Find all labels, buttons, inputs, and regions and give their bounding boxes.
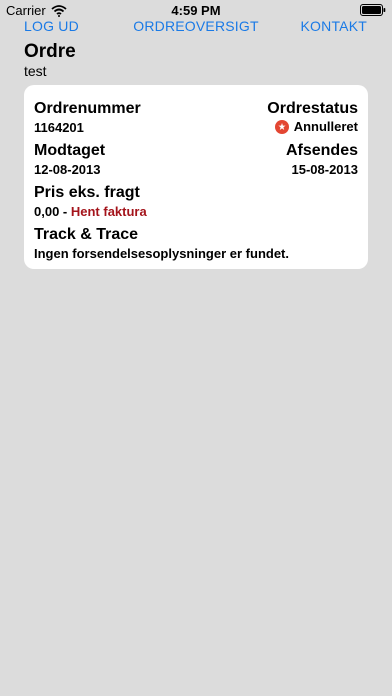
order-status-value: Annulleret bbox=[274, 119, 358, 134]
cancel-icon bbox=[274, 119, 289, 134]
contact-button[interactable]: KONTAKT bbox=[301, 18, 367, 34]
order-number-label: Ordrenummer bbox=[34, 100, 141, 117]
price-separator: - bbox=[59, 204, 71, 219]
page-subtitle: test bbox=[24, 63, 47, 79]
status-time: 4:59 PM bbox=[171, 3, 221, 18]
nav-bar: LOG UD ORDREOVERSIGT KONTAKT bbox=[0, 18, 392, 38]
order-card: Ordrenummer 1164201 Ordrestatus Annuller… bbox=[24, 85, 368, 269]
order-status-text: Annulleret bbox=[293, 119, 358, 134]
ships-label: Afsendes bbox=[285, 142, 358, 159]
order-status-label: Ordrestatus bbox=[267, 100, 358, 117]
received-value: 12-08-2013 bbox=[34, 162, 101, 177]
track-trace-label: Track & Trace bbox=[34, 226, 139, 243]
price-value: 0,00 bbox=[34, 204, 60, 219]
logout-button[interactable]: LOG UD bbox=[24, 18, 79, 34]
status-bar: Carrier 4:59 PM bbox=[0, 0, 392, 20]
order-number-value: 1164201 bbox=[34, 120, 84, 135]
battery-icon bbox=[360, 4, 386, 16]
page-title: Ordre bbox=[24, 41, 76, 62]
track-trace-value: Ingen forsendelsesoplysninger er fundet. bbox=[34, 246, 289, 261]
ships-value: 15-08-2013 bbox=[291, 162, 359, 177]
price-row: 0,00 - Hent faktura bbox=[34, 204, 147, 219]
order-overview-button[interactable]: ORDREOVERSIGT bbox=[133, 18, 259, 34]
price-label: Pris eks. fragt bbox=[34, 184, 140, 201]
received-label: Modtaget bbox=[34, 142, 106, 159]
get-invoice-link[interactable]: Hent faktura bbox=[71, 204, 147, 219]
